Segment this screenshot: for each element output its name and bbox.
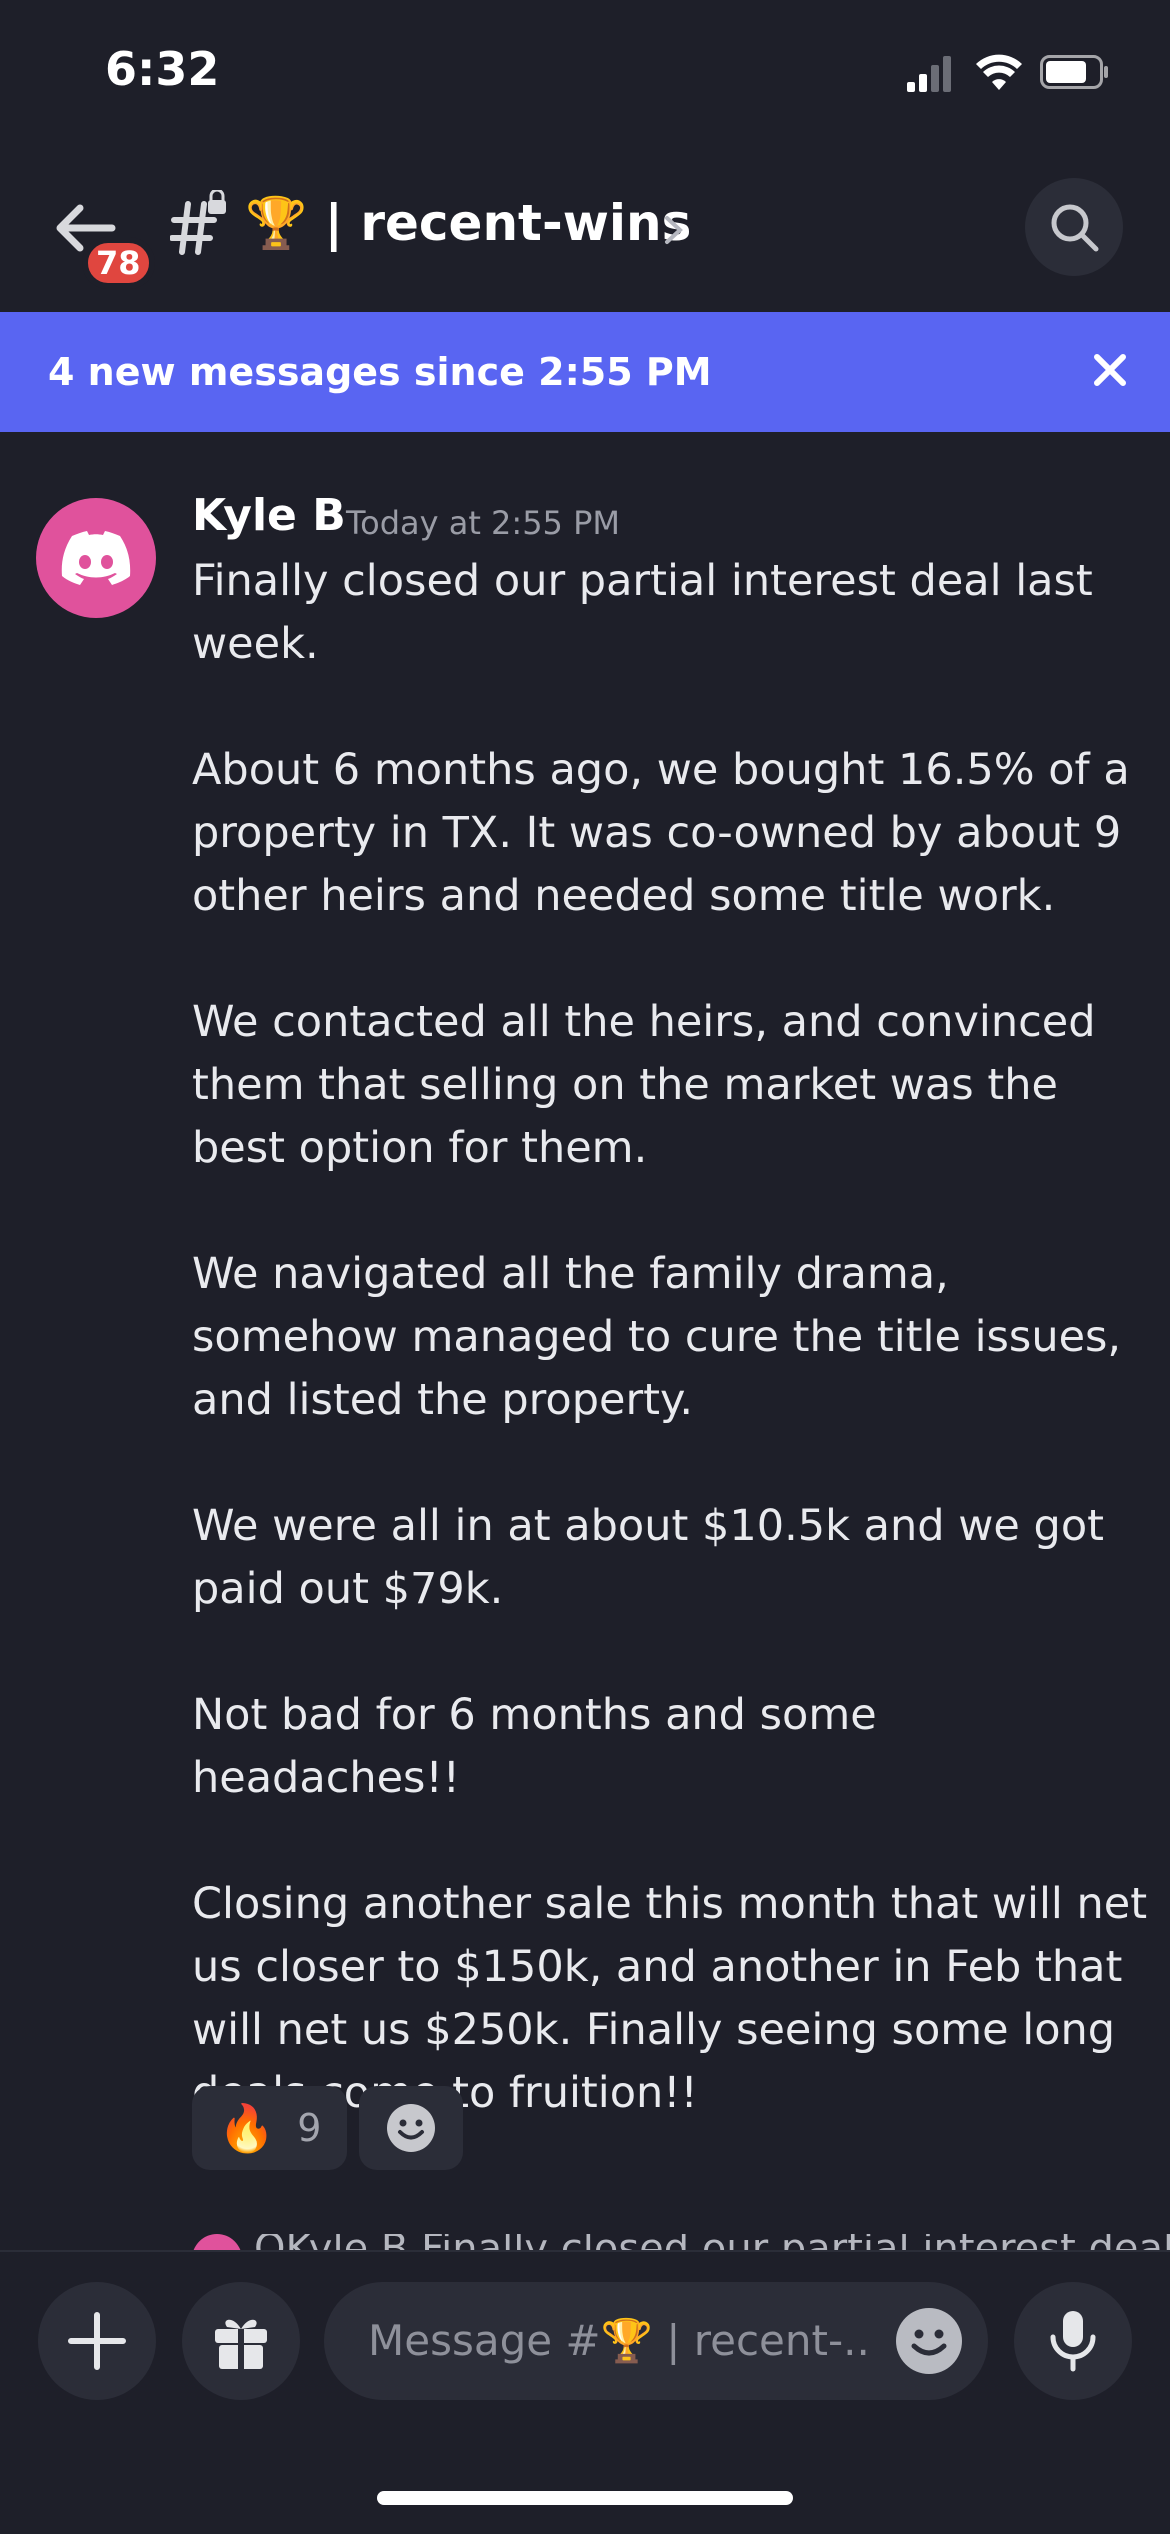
channel-header: 78 🏆 | recent-wins xyxy=(0,150,1170,310)
microphone-icon xyxy=(1050,2311,1096,2372)
new-messages-banner[interactable]: 4 new messages since 2:55 PM xyxy=(0,312,1170,432)
next-message-text: OKyle B Finally closed our partial inter… xyxy=(254,2234,1170,2250)
chevron-right-icon[interactable] xyxy=(662,212,686,248)
message-paragraph: We navigated all the family drama, someh… xyxy=(192,1249,1122,1425)
plus-icon xyxy=(68,2312,126,2370)
smiley-icon xyxy=(911,2329,947,2356)
home-indicator[interactable] xyxy=(377,2491,793,2505)
message-paragraph: Not bad for 6 months and some headaches!… xyxy=(192,1690,877,1803)
fire-emoji-icon: 🔥 xyxy=(218,2100,276,2155)
search-button[interactable] xyxy=(1025,178,1123,276)
locked-channel-hash-icon xyxy=(170,190,226,255)
channel-title[interactable]: 🏆 | recent-wins xyxy=(245,194,691,253)
discord-logo-icon xyxy=(61,531,131,585)
reactions-row: 🔥 9 xyxy=(192,2086,464,2170)
message-paragraph: Finally closed our partial interest deal… xyxy=(192,556,1093,669)
add-reaction-button[interactable] xyxy=(359,2086,464,2170)
message-input-placeholder: Message #🏆 | recent-.. xyxy=(368,2316,870,2365)
unread-badge: 78 xyxy=(82,237,155,289)
add-attachment-button[interactable] xyxy=(38,2282,156,2400)
smiley-icon xyxy=(387,2104,436,2152)
message-input[interactable]: Message #🏆 | recent-.. xyxy=(324,2282,988,2400)
message-paragraph: We contacted all the heirs, and convince… xyxy=(192,997,1096,1173)
message-paragraph: We were all in at about $10.5k and we go… xyxy=(192,1501,1104,1614)
status-bar: 6:32 xyxy=(0,0,1170,150)
next-message-peek: OKyle B Finally closed our partial inter… xyxy=(192,2234,1170,2250)
reaction-fire[interactable]: 🔥 9 xyxy=(192,2086,348,2170)
cellular-signal-icon xyxy=(907,56,951,92)
close-icon[interactable] xyxy=(1092,352,1128,388)
emoji-button[interactable] xyxy=(896,2308,962,2374)
status-time: 6:32 xyxy=(105,42,220,96)
message-body: Finally closed our partial interest deal… xyxy=(192,550,1152,2125)
avatar[interactable] xyxy=(36,498,156,618)
battery-icon xyxy=(1040,55,1108,89)
message-author[interactable]: Kyle B xyxy=(192,490,346,541)
wifi-icon xyxy=(976,54,1022,90)
reaction-count: 9 xyxy=(297,2106,322,2150)
message-paragraph: About 6 months ago, we bought 16.5% of a… xyxy=(192,745,1130,921)
message-timestamp: Today at 2:55 PM xyxy=(346,504,620,542)
gift-icon xyxy=(215,2319,267,2369)
voice-message-button[interactable] xyxy=(1014,2282,1132,2400)
new-messages-text: 4 new messages since 2:55 PM xyxy=(48,350,712,394)
search-icon xyxy=(1051,204,1099,252)
gift-button[interactable] xyxy=(182,2282,300,2400)
